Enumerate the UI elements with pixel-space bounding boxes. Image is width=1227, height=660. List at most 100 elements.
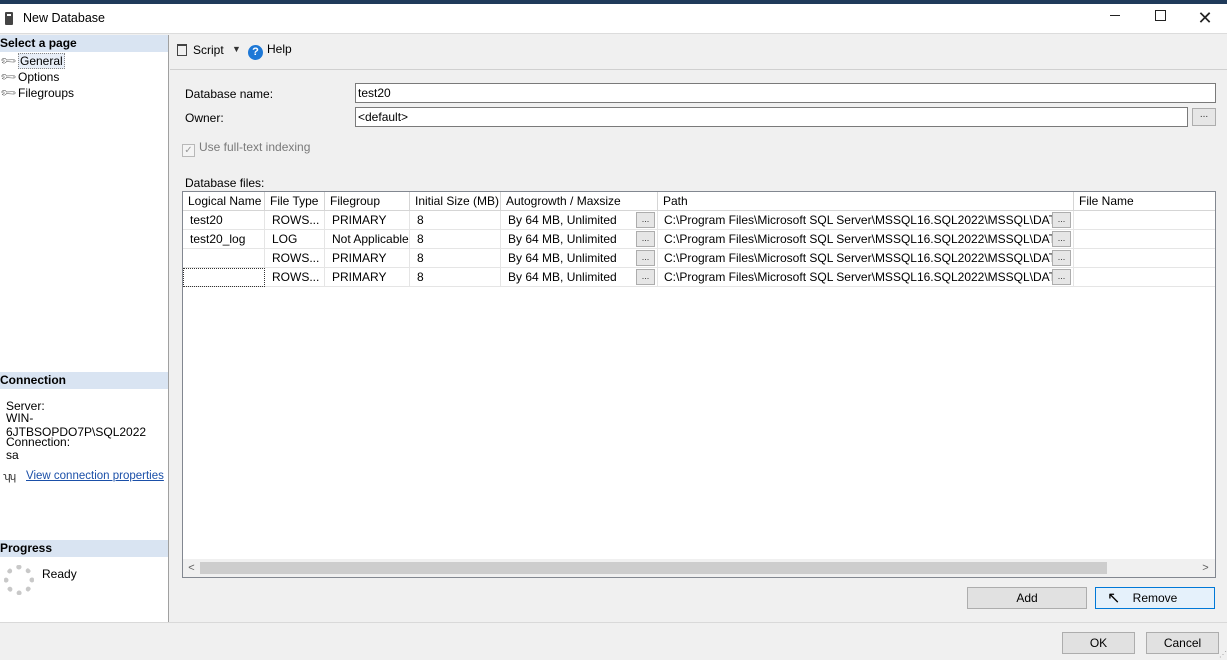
maximize-button[interactable] [1137,4,1183,34]
path-browse-button[interactable]: ... [1052,269,1071,285]
file-name-cell[interactable] [1074,230,1215,249]
title-bar[interactable]: New Database ✕ [0,4,1227,34]
file-name-cell[interactable] [1074,268,1215,287]
close-button[interactable]: ✕ [1182,4,1227,34]
script-icon [177,44,187,56]
autogrowth-browse-button[interactable]: ... [636,269,655,285]
table-row[interactable]: test20_log LOG Not Applicable 8 By 64 MB… [183,230,1215,249]
autogrowth-browse-button[interactable]: ... [636,212,655,228]
scroll-left-icon[interactable]: < [183,560,200,576]
database-files-label: Database files: [185,176,265,190]
sidebar-item-general[interactable]: 🔧︎ General [0,52,65,70]
autogrowth-cell[interactable]: By 64 MB, Unlimited [501,249,658,268]
sidebar-item-label: Filegroups [18,86,75,100]
script-label: Script [193,43,224,57]
column-header[interactable]: Initial Size (MB) [410,192,501,211]
connection-header: Connection [0,372,168,389]
view-connection-properties-link[interactable]: View connection properties [26,470,164,482]
minimize-icon [1110,15,1120,17]
sidebar-item-label: General [18,53,65,69]
logical-name-cell[interactable]: test20_log [183,230,265,249]
column-header[interactable]: File Type [265,192,325,211]
file-type-cell[interactable]: ROWS... [265,268,325,287]
main-panel: Script ▼ ? Help Database name: test20 Own… [170,35,1227,622]
resize-grip-icon[interactable]: ⋰ [1219,650,1227,659]
progress-status: Ready [42,567,77,581]
connection-value: sa [6,448,19,462]
connection-properties-icon: ʮʮ [3,471,16,483]
path-browse-button[interactable]: ... [1052,250,1071,266]
column-header[interactable]: Autogrowth / Maxsize [501,192,658,211]
filegroup-cell[interactable]: Not Applicable [325,230,410,249]
file-name-cell[interactable] [1074,249,1215,268]
fulltext-indexing-checkbox[interactable]: ✓ Use full-text indexing [182,140,310,157]
initial-size-cell[interactable]: 8 [410,268,501,287]
app-icon [5,12,13,25]
mouse-cursor-icon: ↖ [1107,590,1121,607]
autogrowth-browse-button[interactable]: ... [636,250,655,266]
initial-size-cell[interactable]: 8 [410,211,501,230]
owner-browse-button[interactable]: ... [1192,108,1216,126]
path-browse-button[interactable]: ... [1052,231,1071,247]
toolbar: Script ▼ ? Help [170,35,1227,70]
autogrowth-cell[interactable]: By 64 MB, Unlimited [501,230,658,249]
column-header[interactable]: Filegroup [325,192,410,211]
owner-input[interactable]: <default> [355,107,1188,127]
ok-button[interactable]: OK [1062,632,1135,654]
initial-size-cell[interactable]: 8 [410,249,501,268]
connection-label: Connection: [6,435,71,449]
path-browse-button[interactable]: ... [1052,212,1071,228]
checkbox-icon: ✓ [182,144,195,157]
table-row[interactable]: ROWS... PRIMARY 8 By 64 MB, Unlimited ..… [183,249,1215,268]
select-page-header: Select a page [0,35,168,52]
path-cell[interactable]: C:\Program Files\Microsoft SQL Server\MS… [658,249,1074,268]
column-header[interactable]: File Name [1074,192,1215,211]
sidebar: Select a page 🔧︎ General 🔧︎Options 🔧︎File… [0,35,169,622]
sidebar-item-filegroups[interactable]: 🔧︎Filegroups [0,84,75,102]
logical-name-cell[interactable]: test20 [183,211,265,230]
help-icon: ? [248,45,263,60]
sidebar-item-options[interactable]: 🔧︎Options [0,68,60,86]
grid-header: Logical Name File Type Filegroup Initial… [183,192,1215,211]
help-button[interactable]: ? Help [248,42,292,60]
autogrowth-cell[interactable]: By 64 MB, Unlimited [501,268,658,287]
database-name-input[interactable]: test20 [355,83,1216,103]
scrollbar-thumb[interactable] [200,562,1107,574]
script-dropdown-caret-icon[interactable]: ▼ [232,44,241,54]
database-files-grid[interactable]: Logical Name File Type Filegroup Initial… [182,191,1216,578]
path-cell[interactable]: C:\Program Files\Microsoft SQL Server\MS… [658,211,1074,230]
script-button[interactable]: Script [177,43,224,57]
close-icon: ✕ [1197,8,1213,28]
scroll-right-icon[interactable]: > [1197,560,1214,576]
autogrowth-cell[interactable]: By 64 MB, Unlimited [501,211,658,230]
column-header[interactable]: Logical Name [183,192,265,211]
autogrowth-browse-button[interactable]: ... [636,231,655,247]
fulltext-indexing-label: Use full-text indexing [199,140,311,154]
path-cell[interactable]: C:\Program Files\Microsoft SQL Server\MS… [658,268,1074,287]
initial-size-cell[interactable]: 8 [410,230,501,249]
cancel-button[interactable]: Cancel [1146,632,1219,654]
progress-spinner-icon [4,565,34,595]
horizontal-scrollbar[interactable]: < > [183,559,1215,577]
file-type-cell[interactable]: ROWS... [265,211,325,230]
file-type-cell[interactable]: ROWS... [265,249,325,268]
maximize-icon [1154,10,1166,22]
column-header[interactable]: Path [658,192,1074,211]
logical-name-cell[interactable] [183,268,265,287]
filegroup-cell[interactable]: PRIMARY [325,211,410,230]
file-type-cell[interactable]: LOG [265,230,325,249]
add-button[interactable]: Add [967,587,1087,609]
table-row[interactable]: ROWS... PRIMARY 8 By 64 MB, Unlimited ..… [183,268,1215,287]
window-title: New Database [23,11,105,25]
owner-label: Owner: [185,111,224,125]
minimize-button[interactable] [1092,4,1138,34]
logical-name-cell[interactable] [183,249,265,268]
file-name-cell[interactable] [1074,211,1215,230]
progress-header: Progress [0,540,168,557]
filegroup-cell[interactable]: PRIMARY [325,249,410,268]
sidebar-item-label: Options [18,70,60,84]
table-row[interactable]: test20 ROWS... PRIMARY 8 By 64 MB, Unlim… [183,211,1215,230]
filegroup-cell[interactable]: PRIMARY [325,268,410,287]
path-cell[interactable]: C:\Program Files\Microsoft SQL Server\MS… [658,230,1074,249]
dialog-footer: OK Cancel ⋰ [0,622,1227,660]
